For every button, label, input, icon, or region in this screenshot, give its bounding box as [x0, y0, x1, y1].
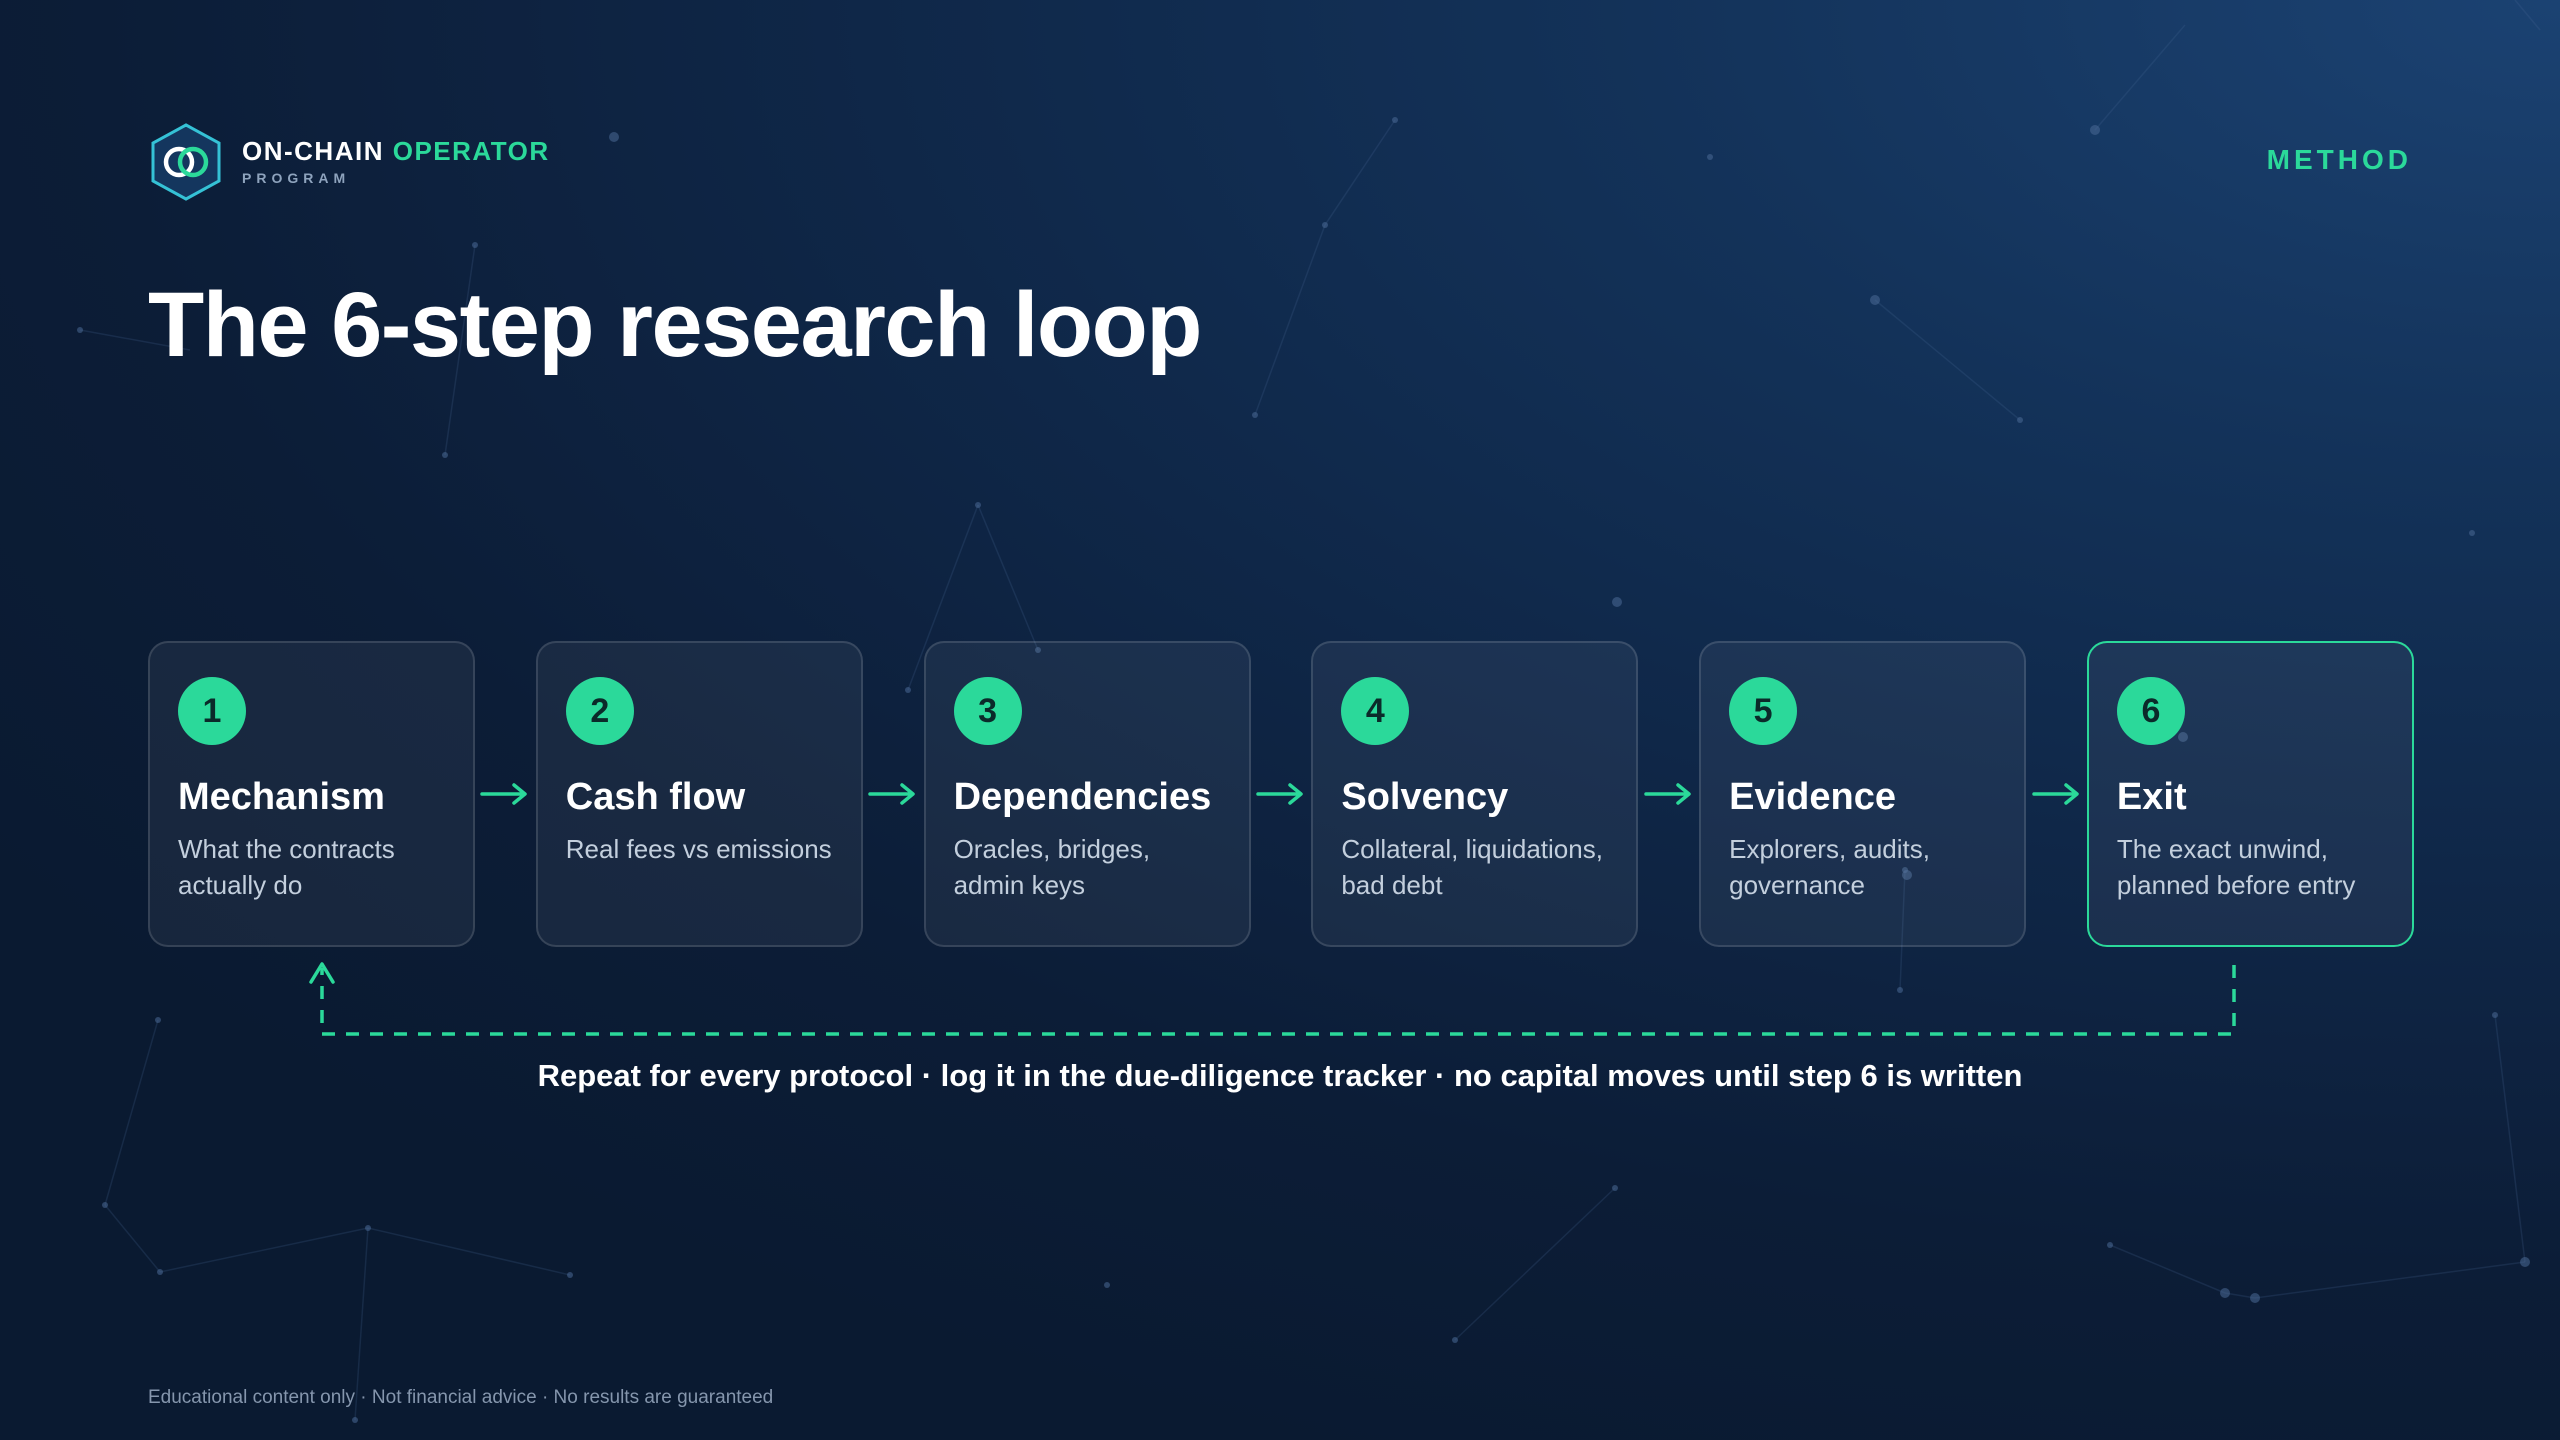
arrow-right-icon — [475, 782, 535, 806]
step-description: Oracles, bridges, admin keys — [953, 834, 1151, 900]
step-title: Evidence — [1729, 776, 1896, 818]
step-number-badge: 5 — [1729, 677, 1798, 745]
brand: ON-CHAIN OPERATOR PROGRAM — [150, 122, 550, 202]
brand-text: ON-CHAIN OPERATOR PROGRAM — [242, 136, 550, 188]
step-number-badge: 4 — [1341, 677, 1410, 745]
step-number-badge: 2 — [565, 677, 634, 745]
steps-row: 1 Mechanism What the contracts actually … — [148, 641, 2414, 947]
page-title: The 6-step research loop — [148, 274, 1203, 376]
step-number-badge: 3 — [953, 677, 1022, 745]
brand-title-accent: OPERATOR — [392, 136, 550, 166]
step-card-evidence: 5 Evidence Explorers, audits, governance — [1699, 641, 2027, 947]
arrow-right-icon — [1251, 782, 1311, 806]
step-description: Explorers, audits, governance — [1729, 834, 1930, 900]
hexagon-rings-logo-icon — [151, 123, 221, 201]
step-description: The exact unwind, planned before entry — [2116, 834, 2356, 900]
step-title: Solvency — [1341, 776, 1509, 818]
step-card-cash-flow: 2 Cash flow Real fees vs emissions — [535, 641, 863, 947]
step-card-mechanism: 1 Mechanism What the contracts actually … — [148, 641, 475, 947]
step-card-dependencies: 3 Dependencies Oracles, bridges, admin k… — [923, 641, 1251, 947]
step-number-badge: 6 — [2116, 677, 2185, 745]
step-description: Collateral, liquidations, bad debt — [1341, 834, 1603, 900]
step-description: Real fees vs emissions — [565, 834, 832, 864]
step-description: What the contracts actually do — [178, 834, 395, 900]
step-title: Exit — [2116, 776, 2187, 818]
step-card-solvency: 4 Solvency Collateral, liquidations, bad… — [1311, 641, 1639, 947]
arrow-right-icon — [2027, 782, 2087, 806]
step-number-badge: 1 — [178, 677, 246, 745]
step-card-exit: 6 Exit The exact unwind, planned before … — [2086, 641, 2414, 947]
arrow-right-icon — [863, 782, 923, 806]
step-title: Cash flow — [565, 776, 746, 818]
section-label: METHOD — [2266, 144, 2412, 175]
brand-subtitle: PROGRAM — [242, 170, 351, 186]
loop-caption: Repeat for every protocol · log it in th… — [537, 1058, 2023, 1093]
brand-title: ON-CHAIN OPERATOR — [242, 136, 550, 166]
step-title: Dependencies — [953, 776, 1212, 818]
footer-disclaimer: Educational content only · Not financial… — [148, 1387, 774, 1408]
brand-title-main: ON-CHAIN — [242, 136, 384, 166]
step-title: Mechanism — [178, 776, 385, 818]
arrow-right-icon — [1639, 782, 1699, 806]
